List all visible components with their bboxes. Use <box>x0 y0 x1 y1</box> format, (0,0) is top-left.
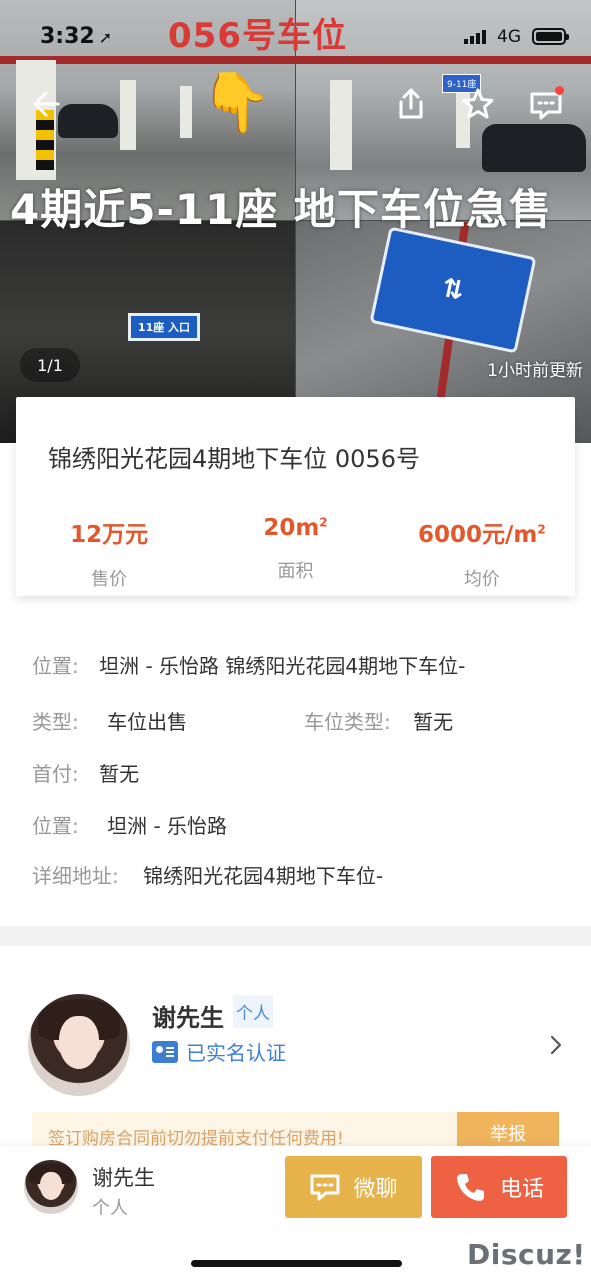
stat-value: 6000元/m2 <box>389 515 575 549</box>
parked-car <box>58 104 118 138</box>
contact-avatar[interactable] <box>24 1160 78 1214</box>
id-card-icon <box>152 1040 178 1063</box>
stat-unit-price: 6000元/m2 均价 <box>389 515 575 591</box>
chat-label: 微聊 <box>353 1177 398 1202</box>
image-counter: 1/1 <box>20 348 80 382</box>
detail-value: 暂无 <box>99 762 140 786</box>
exit-sign-text: 11座 入口 <box>137 321 191 334</box>
stat-label: 面积 <box>277 561 314 582</box>
detail-label: 首付: <box>32 762 79 786</box>
photo-overlay-banner: 4期近5-11座 地下车位急售 <box>10 185 552 234</box>
avatar-face <box>40 1171 62 1200</box>
stat-value: 20m2 <box>202 515 388 541</box>
verified-badge: 已实名认证 <box>152 1037 286 1066</box>
stat-label: 均价 <box>463 569 500 590</box>
share-icon <box>399 88 423 119</box>
pillar <box>120 80 136 150</box>
pointing-down-icon: 👇 <box>200 68 273 136</box>
unit-price-value: 6000元/m <box>417 522 538 548</box>
chevron-right-icon <box>550 1035 562 1055</box>
detail-label: 车位类型: <box>304 710 391 734</box>
home-indicator[interactable] <box>191 1260 402 1267</box>
pillar <box>330 80 352 170</box>
back-button[interactable] <box>26 86 62 122</box>
detail-label: 类型: <box>32 710 79 734</box>
status-time-text: 3:32 <box>40 24 95 49</box>
listing-stats: 12万元 售价 20m2 面积 6000元/m2 均价 <box>16 515 575 591</box>
stairs-icon: ⇅ <box>439 273 467 307</box>
message-button[interactable] <box>528 86 564 122</box>
watermark: Discuz! <box>467 1238 586 1271</box>
price-value: 12万元 <box>70 522 149 548</box>
contact-name: 谢先生 <box>92 1166 155 1190</box>
back-arrow-icon <box>33 91 60 117</box>
parked-car <box>482 124 586 172</box>
status-time: 3:32 ➚ <box>40 24 112 49</box>
detail-row-space-type: 车位类型: 暂无 <box>304 706 453 735</box>
detail-value: 坦洲 - 乐怡路 锦绣阳光花园4期地下车位- <box>99 654 466 678</box>
listing-summary-card: 锦绣阳光花园4期地下车位 0056号 12万元 售价 20m2 面积 6000元… <box>16 397 575 596</box>
bottom-action-bar: 谢先生 个人 微聊 电话 Discuz! <box>0 1146 591 1280</box>
favorite-button[interactable] <box>460 86 496 122</box>
call-button[interactable]: 电话 <box>431 1156 567 1218</box>
unit-superscript: 2 <box>319 515 328 530</box>
agent-detail-chevron[interactable] <box>546 1033 566 1057</box>
detail-label: 位置: <box>32 814 79 838</box>
network-type: 4G <box>497 27 521 47</box>
verified-text: 已实名认证 <box>186 1041 286 1065</box>
listing-title: 锦绣阳光花园4期地下车位 0056号 <box>48 445 420 473</box>
detail-label: 位置: <box>32 654 79 678</box>
pillar <box>180 86 192 138</box>
stat-value: 12万元 <box>16 515 202 549</box>
agent-avatar[interactable] <box>28 994 130 1096</box>
detail-value: 坦洲 - 乐怡路 <box>107 814 228 838</box>
agent-type-badge: 个人 <box>233 995 273 1028</box>
stairs-sign: ⇅ <box>369 226 537 354</box>
status-bar: 3:32 ➚ 4G <box>0 0 591 70</box>
phone-icon <box>456 1174 484 1201</box>
exit-sign: 11座 入口 <box>128 313 200 341</box>
unit-superscript: 2 <box>537 522 546 537</box>
detail-row-location: 位置: 坦洲 - 乐怡路 锦绣阳光花园4期地下车位- <box>32 650 465 679</box>
detail-row-address: 详细地址: 锦绣阳光花园4期地下车位- <box>32 860 383 889</box>
avatar-face <box>58 1016 100 1070</box>
detail-value: 暂无 <box>413 710 454 734</box>
share-button[interactable] <box>393 86 429 122</box>
detail-value: 锦绣阳光花园4期地下车位- <box>143 864 384 888</box>
star-icon <box>462 88 494 119</box>
signal-icon <box>464 30 486 44</box>
stat-price: 12万元 售价 <box>16 515 202 591</box>
unread-dot <box>555 86 564 95</box>
contact-type: 个人 <box>92 1198 128 1219</box>
detail-row-location-2: 位置: 坦洲 - 乐怡路 <box>32 810 227 839</box>
area-value: 20m <box>263 515 320 541</box>
call-label: 电话 <box>499 1177 544 1202</box>
section-divider <box>0 926 591 946</box>
stat-label: 售价 <box>91 569 128 590</box>
chat-bubble-icon <box>310 1174 340 1201</box>
chat-button[interactable]: 微聊 <box>285 1156 422 1218</box>
agent-name[interactable]: 谢先生 <box>152 998 224 1033</box>
stat-area: 20m2 面积 <box>202 515 388 591</box>
detail-row-down-payment: 首付: 暂无 <box>32 758 139 787</box>
detail-label: 详细地址: <box>32 864 119 888</box>
battery-icon <box>532 28 569 45</box>
updated-time: 1小时前更新 <box>487 361 583 381</box>
location-arrow-icon: ➚ <box>98 28 113 47</box>
detail-value: 车位出售 <box>107 710 188 734</box>
detail-row-type: 类型: 车位出售 <box>32 706 187 735</box>
